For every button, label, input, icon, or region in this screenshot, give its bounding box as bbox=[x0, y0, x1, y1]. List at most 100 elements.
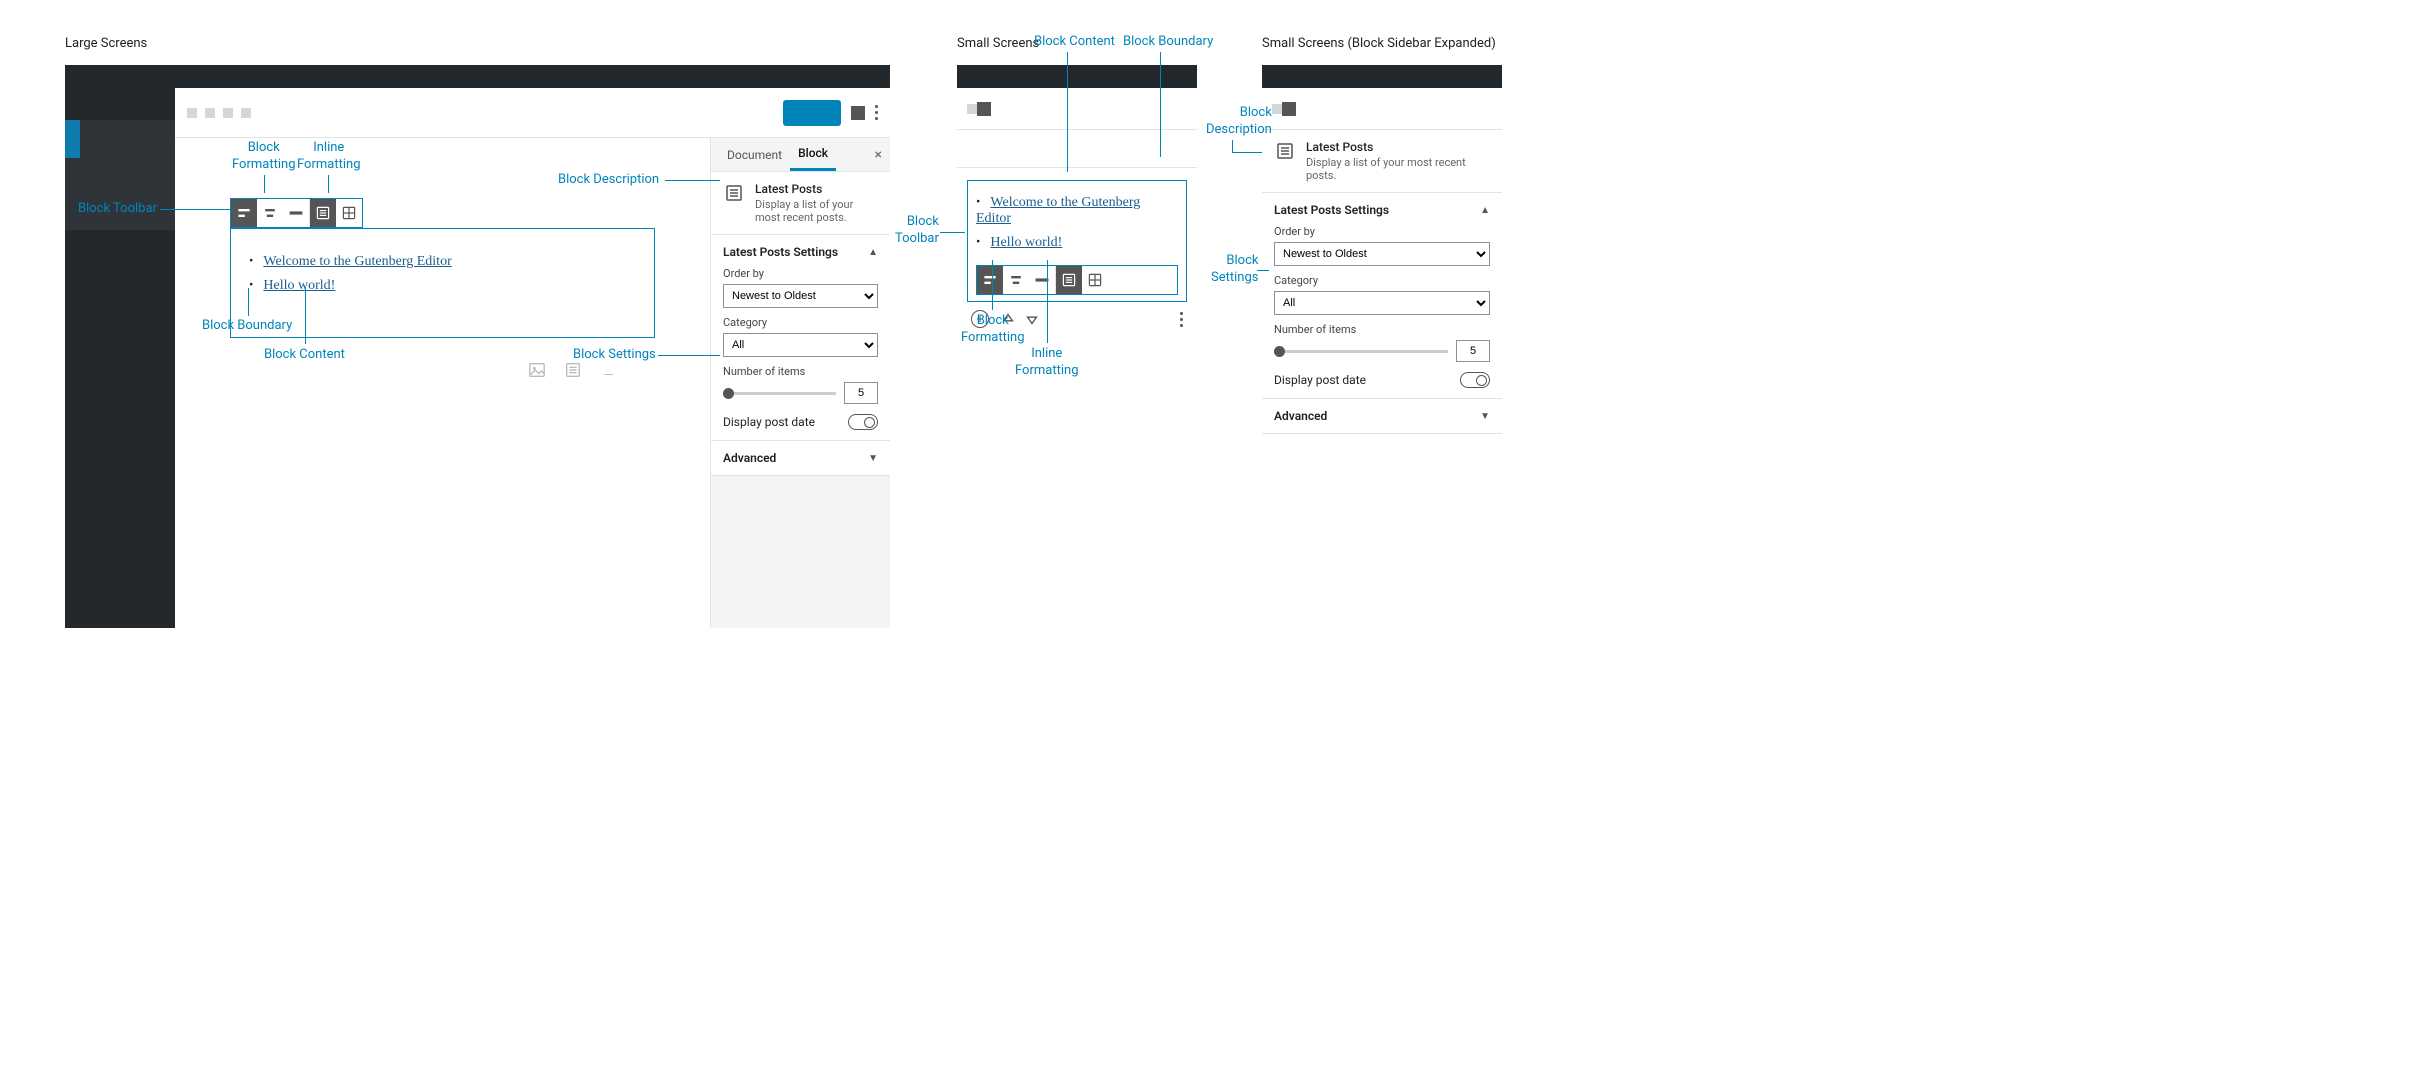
align-center-button[interactable] bbox=[1003, 266, 1029, 294]
annot-block-settings-sb: BlockSettings bbox=[1211, 253, 1258, 287]
annot-block-formatting-sm: Block Formatting bbox=[961, 313, 1025, 347]
post-link-item: Welcome to the Gutenberg Editor bbox=[249, 254, 636, 270]
editor-topbar-small bbox=[1262, 88, 1502, 130]
chevron-down-icon: ▼ bbox=[868, 453, 878, 464]
display-date-label: Display post date bbox=[1274, 373, 1366, 387]
more-menu-icon[interactable] bbox=[1180, 312, 1183, 327]
annot-block-content: Block Content bbox=[264, 347, 345, 364]
latest-posts-icon bbox=[723, 182, 745, 204]
grid-view-button[interactable] bbox=[1082, 266, 1108, 294]
editor-app-small-sidebar: Latest Posts Display a list of your most… bbox=[1262, 88, 1502, 628]
number-slider[interactable] bbox=[1274, 350, 1448, 353]
publish-button[interactable] bbox=[783, 100, 841, 126]
image-icon[interactable] bbox=[527, 360, 547, 380]
number-slider[interactable] bbox=[723, 392, 836, 395]
tab-block[interactable]: Block bbox=[790, 138, 836, 171]
block-description-panel: Latest Posts Display a list of your most… bbox=[711, 172, 890, 235]
align-left-button[interactable] bbox=[231, 199, 257, 227]
post-link[interactable]: Hello world! bbox=[990, 235, 1062, 250]
annot-block-settings: Block Settings bbox=[573, 347, 656, 364]
dash-icon[interactable]: — bbox=[598, 366, 618, 386]
topbar-placeholder-icon bbox=[241, 108, 251, 118]
order-by-select[interactable]: Newest to Oldest bbox=[1274, 242, 1490, 266]
order-by-select[interactable]: Newest to Oldest bbox=[723, 284, 878, 308]
block-boundary[interactable]: Welcome to the Gutenberg Editor Hello wo… bbox=[967, 180, 1187, 302]
list-view-button[interactable] bbox=[1056, 266, 1082, 294]
block-settings-panel: Latest Posts Settings ▲ Order by Newest … bbox=[711, 235, 890, 441]
settings-panel-title: Latest Posts Settings bbox=[723, 245, 838, 259]
align-left-button[interactable] bbox=[977, 266, 1003, 294]
category-label: Category bbox=[1274, 274, 1490, 287]
secondary-bar bbox=[957, 130, 1197, 168]
annot-block-boundary: Block Boundary bbox=[202, 318, 292, 335]
advanced-panel-toggle[interactable]: Advanced ▼ bbox=[723, 451, 878, 465]
inspector-tabs: Document Block × bbox=[711, 138, 890, 172]
category-select[interactable]: All bbox=[723, 333, 878, 357]
settings-panel-toggle[interactable]: Latest Posts Settings ▲ bbox=[1274, 203, 1490, 217]
align-wide-button[interactable] bbox=[1029, 266, 1055, 294]
post-link-item: Welcome to the Gutenberg Editor bbox=[976, 195, 1178, 227]
display-date-label: Display post date bbox=[723, 415, 815, 429]
frame-large: Welcome to the Gutenberg Editor Hello wo… bbox=[65, 65, 890, 628]
number-label: Number of items bbox=[1274, 323, 1490, 336]
list-view-button[interactable] bbox=[310, 199, 336, 227]
chevron-up-icon: ▲ bbox=[868, 247, 878, 258]
heading-small: Small Screens bbox=[957, 36, 1039, 51]
block-description-panel: Latest Posts Display a list of your most… bbox=[1262, 130, 1502, 193]
annot-block-description: Block Description bbox=[558, 172, 659, 189]
settings-icon[interactable] bbox=[851, 106, 865, 120]
tab-document[interactable]: Document bbox=[719, 138, 790, 171]
advanced-panel-title: Advanced bbox=[1274, 409, 1327, 423]
editor-topbar bbox=[175, 88, 890, 138]
block-boundary[interactable]: Welcome to the Gutenberg Editor Hello wo… bbox=[230, 228, 655, 338]
post-link[interactable]: Hello world! bbox=[263, 278, 335, 293]
post-link[interactable]: Welcome to the Gutenberg Editor bbox=[976, 195, 1140, 226]
advanced-panel-title: Advanced bbox=[723, 451, 776, 465]
topbar-placeholder-icon bbox=[205, 108, 215, 118]
annot-block-boundary-top: Block Boundary bbox=[1123, 34, 1213, 51]
settings-icon[interactable] bbox=[977, 102, 991, 116]
display-date-toggle[interactable] bbox=[1460, 372, 1490, 388]
block-name: Latest Posts bbox=[1306, 140, 1490, 154]
number-label: Number of items bbox=[723, 365, 878, 378]
heading-small-expanded: Small Screens (Block Sidebar Expanded) bbox=[1262, 36, 1496, 51]
latest-posts-list: Welcome to the Gutenberg Editor Hello wo… bbox=[976, 195, 1178, 251]
annot-block-toolbar: Block Toolbar bbox=[78, 201, 157, 218]
block-description-text: Display a list of your most recent posts… bbox=[755, 198, 878, 224]
block-inspector-sidebar: Document Block × Latest Posts Dis bbox=[710, 138, 890, 628]
advanced-panel-toggle[interactable]: Advanced ▼ bbox=[1274, 409, 1490, 423]
close-icon[interactable]: × bbox=[875, 147, 882, 163]
chevron-down-icon: ▼ bbox=[1480, 411, 1490, 422]
block-settings-panel: Latest Posts Settings ▲ Order by Newest … bbox=[1262, 193, 1502, 399]
block-toolbar bbox=[976, 265, 1178, 295]
align-center-button[interactable] bbox=[257, 199, 283, 227]
number-input[interactable] bbox=[844, 382, 878, 404]
order-by-label: Order by bbox=[1274, 225, 1490, 238]
heading-large: Large Screens bbox=[65, 36, 147, 51]
category-label: Category bbox=[723, 316, 878, 329]
advanced-panel: Advanced ▼ bbox=[711, 441, 890, 476]
annot-block-toolbar-sm: BlockToolbar bbox=[895, 214, 939, 248]
post-link[interactable]: Welcome to the Gutenberg Editor bbox=[263, 254, 451, 269]
latest-posts-list: Welcome to the Gutenberg Editor Hello wo… bbox=[249, 254, 636, 294]
settings-panel-toggle[interactable]: Latest Posts Settings ▲ bbox=[723, 245, 878, 259]
block-description-text: Display a list of your most recent posts… bbox=[1306, 156, 1490, 182]
more-menu-icon[interactable] bbox=[875, 105, 878, 120]
post-link-item: Hello world! bbox=[976, 235, 1178, 251]
align-wide-button[interactable] bbox=[283, 199, 309, 227]
chevron-up-icon: ▲ bbox=[1480, 205, 1490, 216]
display-date-toggle[interactable] bbox=[848, 414, 878, 430]
move-down-icon[interactable] bbox=[1023, 310, 1041, 328]
post-link-item: Hello world! bbox=[249, 278, 636, 294]
topbar-placeholder-icon bbox=[187, 108, 197, 118]
number-input[interactable] bbox=[1456, 340, 1490, 362]
editor-topbar-small bbox=[957, 88, 1197, 130]
category-select[interactable]: All bbox=[1274, 291, 1490, 315]
annot-block-content-top: Block Content bbox=[1034, 34, 1115, 51]
editor-canvas: Welcome to the Gutenberg Editor Hello wo… bbox=[175, 138, 710, 628]
topbar-placeholder-icon bbox=[223, 108, 233, 118]
settings-icon[interactable] bbox=[1282, 102, 1296, 116]
grid-view-button[interactable] bbox=[336, 199, 362, 227]
latest-posts-icon bbox=[1274, 140, 1296, 162]
block-toolbar bbox=[230, 198, 363, 228]
